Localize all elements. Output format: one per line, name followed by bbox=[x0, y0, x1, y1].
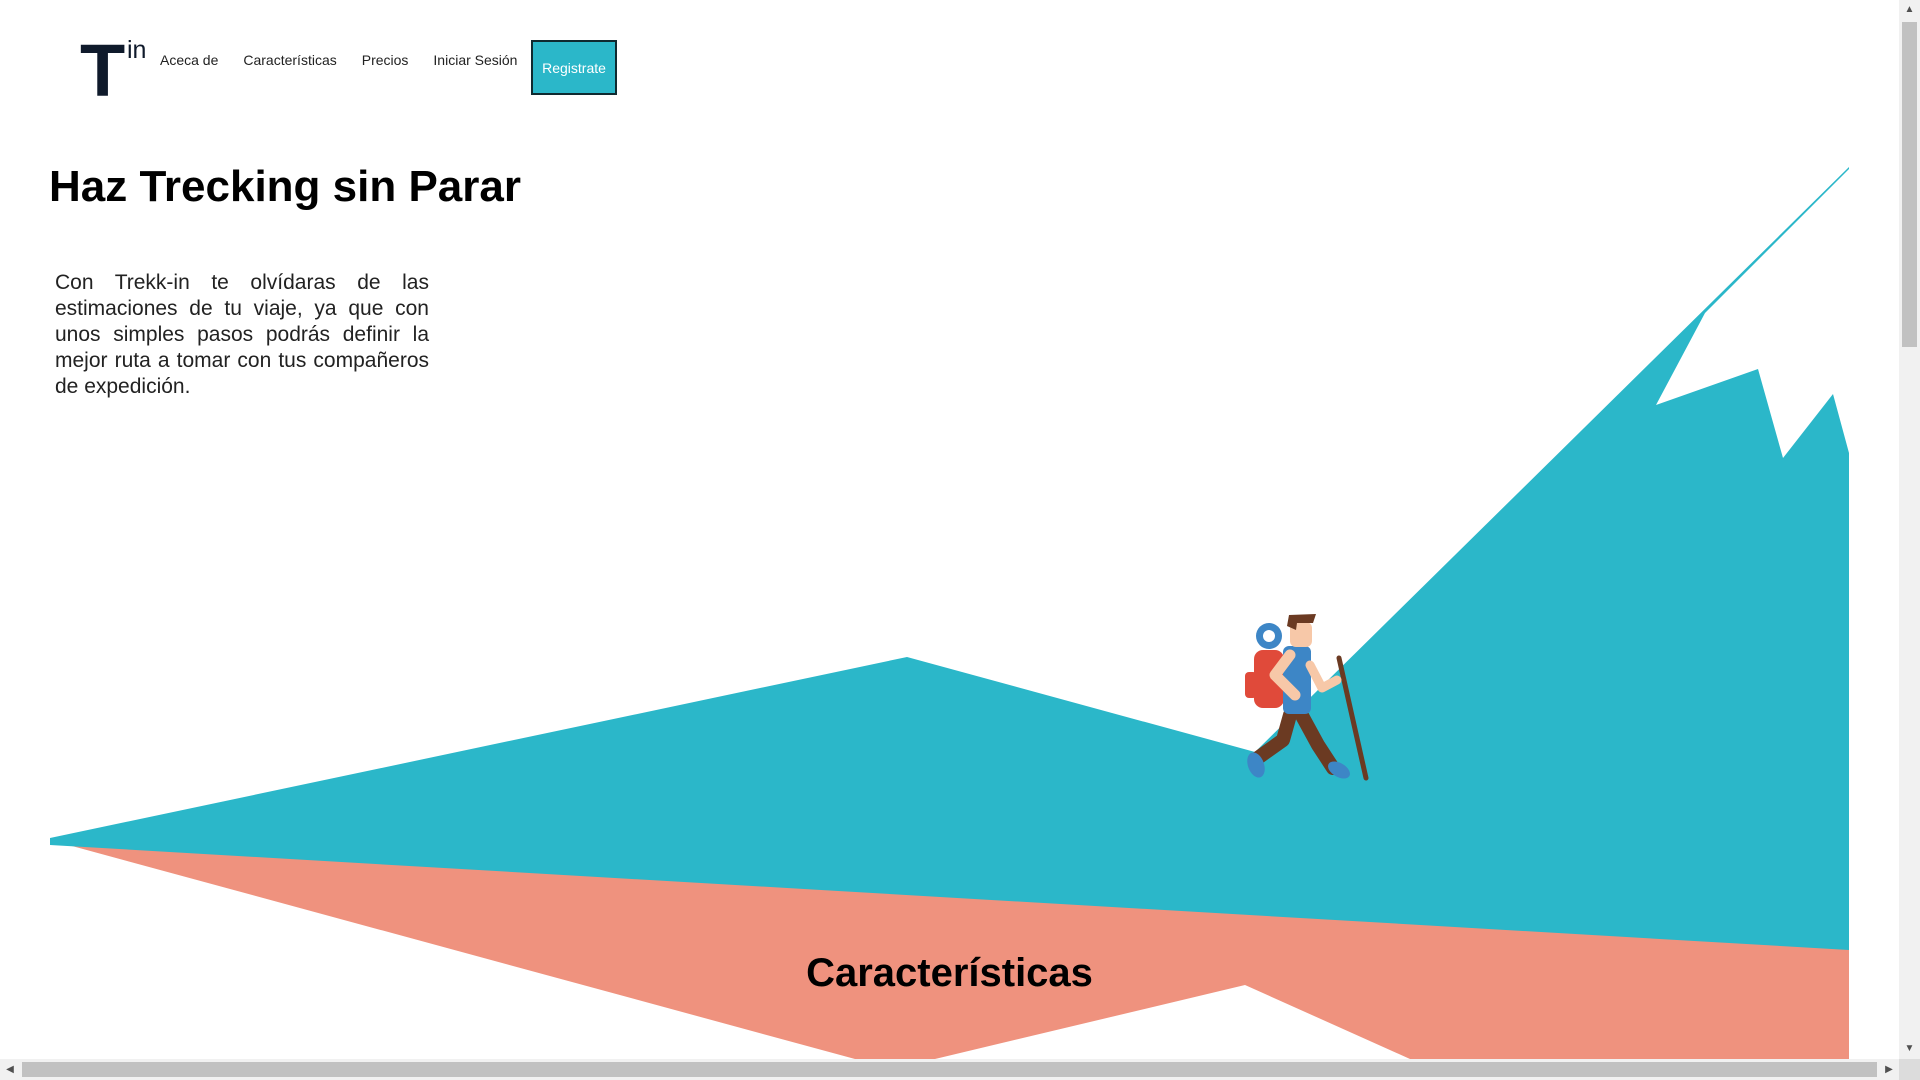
scroll-right-icon[interactable]: ▶ bbox=[1879, 1059, 1899, 1080]
nav-link-about[interactable]: Aceca de bbox=[160, 52, 218, 68]
nav-link-features[interactable]: Características bbox=[243, 52, 336, 68]
page-viewport: T in Aceca de Características Precios In… bbox=[0, 0, 1899, 1059]
horizontal-scroll-thumb[interactable] bbox=[22, 1062, 1877, 1077]
hero-title: Haz Trecking sin Parar bbox=[49, 162, 521, 211]
scroll-up-icon[interactable]: ▲ bbox=[1899, 0, 1920, 20]
nav-link-login[interactable]: Iniciar Sesión bbox=[433, 52, 517, 68]
nav-link-pricing[interactable]: Precios bbox=[362, 52, 409, 68]
hero-illustration bbox=[50, 167, 1849, 1059]
features-section-title: Características bbox=[806, 951, 1093, 995]
horizontal-scrollbar[interactable]: ◀ ▶ bbox=[0, 1059, 1899, 1080]
hero-description: Con Trekk-in te olvídaras de las estimac… bbox=[55, 271, 429, 398]
scroll-down-icon[interactable]: ▼ bbox=[1899, 1039, 1920, 1059]
signup-button[interactable]: Registrate bbox=[531, 40, 617, 95]
vertical-scrollbar[interactable]: ▲ ▼ bbox=[1899, 0, 1920, 1059]
logo-letter: T bbox=[80, 29, 126, 112]
scroll-left-icon[interactable]: ◀ bbox=[0, 1059, 20, 1080]
logo-suffix: in bbox=[127, 36, 147, 64]
vertical-scroll-thumb[interactable] bbox=[1902, 22, 1917, 347]
main-nav: Aceca de Características Precios Iniciar… bbox=[160, 52, 517, 68]
brand-logo[interactable]: T in bbox=[80, 29, 160, 112]
scrollbar-corner bbox=[1899, 1059, 1920, 1080]
